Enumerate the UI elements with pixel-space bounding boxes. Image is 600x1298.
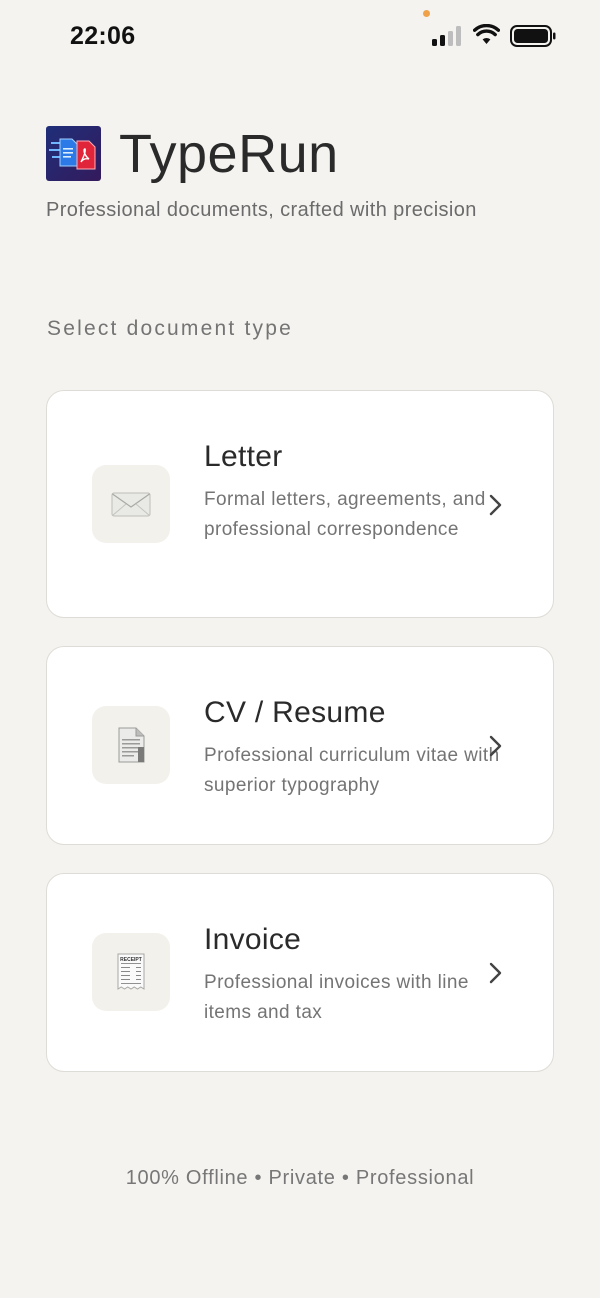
signal-icon (432, 26, 461, 46)
receipt-icon: RECEIPT (117, 953, 145, 990)
section-label: Select document type (47, 317, 293, 340)
receipt-icon-label: RECEIPT (120, 957, 142, 963)
app-title: TypeRun (119, 124, 339, 184)
invoice-card-title: Invoice (204, 923, 302, 956)
document-icon (118, 727, 145, 763)
invoice-card-description: Professional invoices with line items an… (204, 972, 469, 1023)
typerun-logo-icon (46, 126, 101, 181)
chevron-right-icon (489, 962, 502, 984)
letter-card-description: Formal letters, agreements, and professi… (204, 489, 486, 540)
footer-tagline: 100% Offline • Private • Professional (125, 1167, 475, 1189)
cv-resume-card[interactable]: CV / Resume Professional curriculum vita… (46, 646, 554, 845)
cv-resume-card-description: Professional curriculum vitae with super… (204, 745, 500, 796)
privacy-indicator-dot (423, 10, 430, 17)
cv-resume-card-title: CV / Resume (204, 696, 386, 729)
cv-resume-icon-box (92, 706, 170, 784)
battery-icon (510, 25, 556, 47)
envelope-icon (111, 492, 151, 517)
letter-card[interactable]: Letter Formal letters, agreements, and p… (46, 390, 554, 618)
status-time: 22:06 (70, 22, 136, 50)
invoice-icon-box: RECEIPT (92, 933, 170, 1011)
chevron-right-icon (489, 494, 502, 516)
letter-card-title: Letter (204, 440, 283, 473)
wifi-icon (473, 24, 500, 44)
status-bar: 22:06 (0, 0, 600, 72)
invoice-card[interactable]: RECEIPT Invoice Professional invoices wi… (46, 873, 554, 1072)
home-screen: 22:06 TypeRun Professional documents, cr… (0, 0, 600, 1298)
letter-icon-box (92, 465, 170, 543)
app-subtitle: Professional documents, crafted with pre… (46, 199, 477, 221)
chevron-right-icon (489, 735, 502, 757)
